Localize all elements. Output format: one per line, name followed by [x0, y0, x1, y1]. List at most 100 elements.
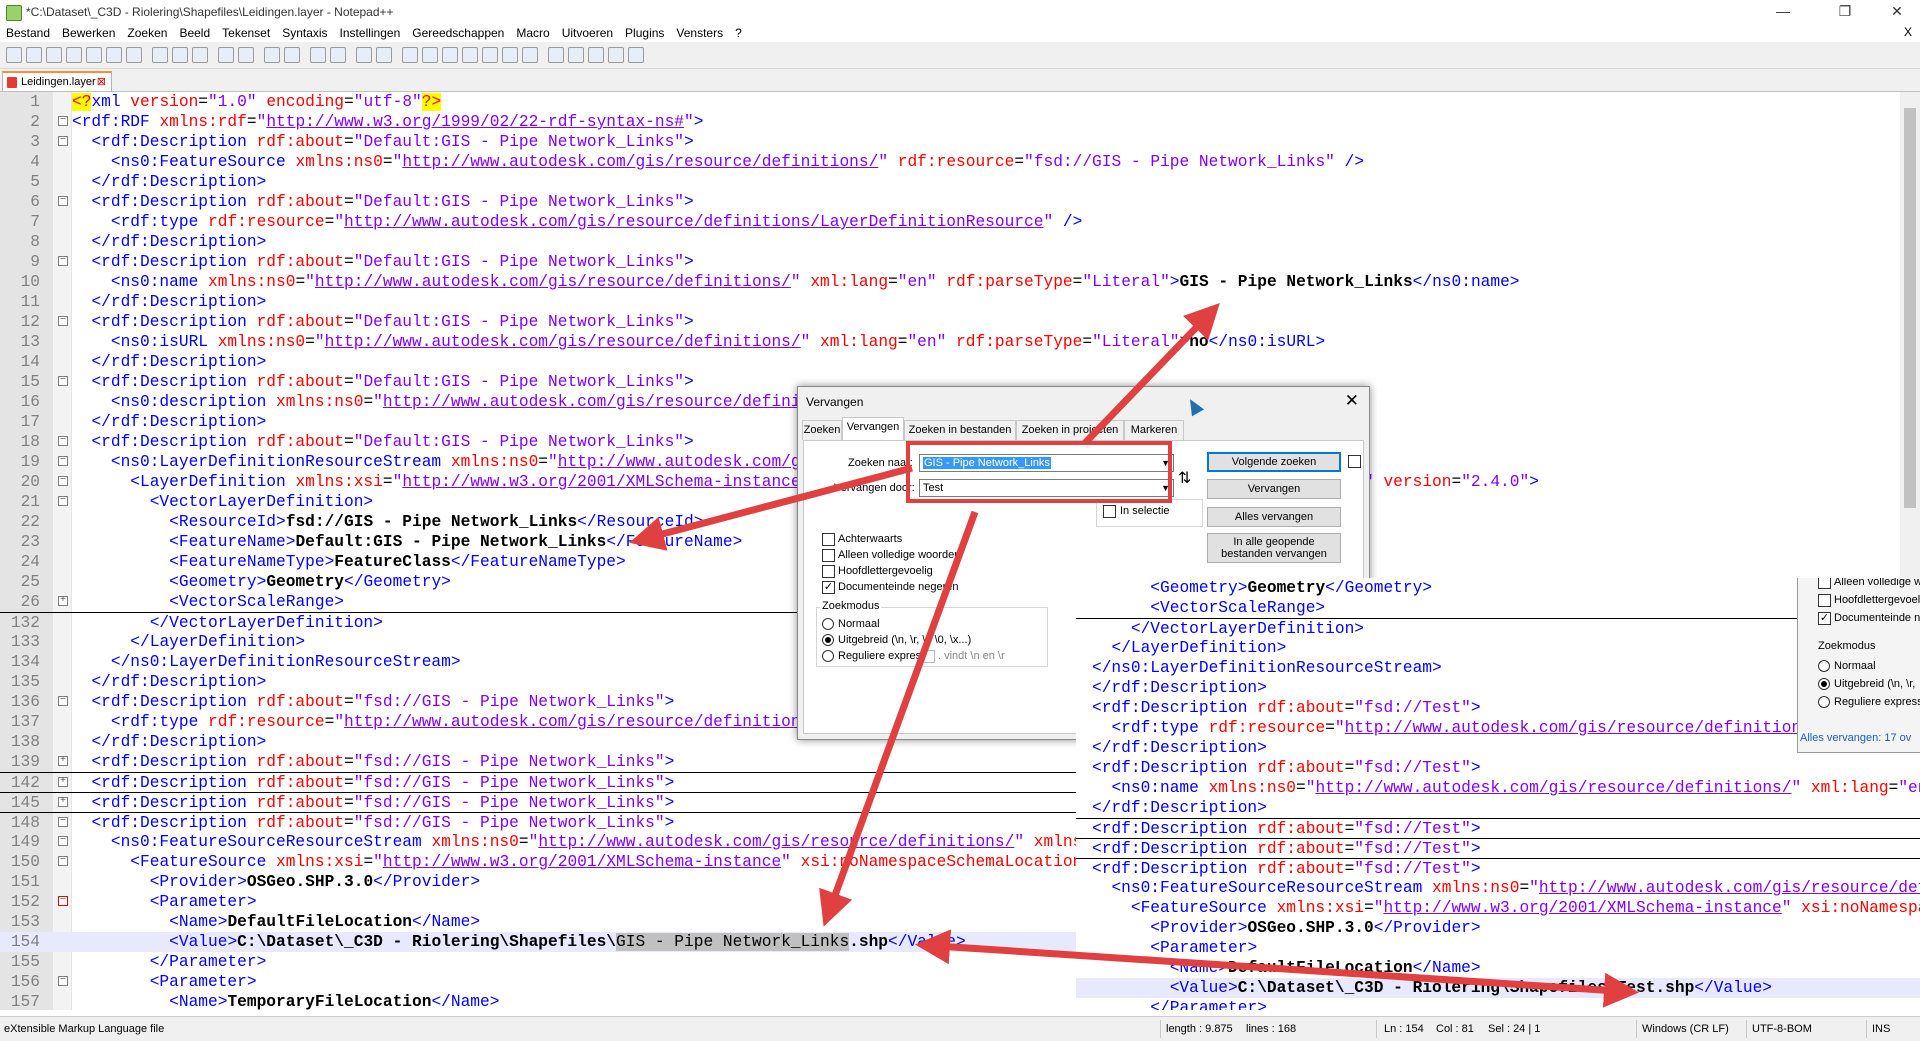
open-file-icon[interactable]	[26, 47, 42, 63]
fold-collapse-icon[interactable]: −	[58, 836, 68, 846]
undo-icon[interactable]	[218, 47, 234, 63]
code-line[interactable]: 12 − <rdf:Description rdf:about="Default:…	[0, 312, 1900, 332]
fold-collapse-icon[interactable]: −	[58, 256, 68, 266]
replace-all-open-docs-button[interactable]: In alle geopende bestanden vervangen	[1207, 533, 1341, 563]
fold-collapse-icon[interactable]: −	[58, 316, 68, 326]
word-wrap-icon[interactable]	[402, 47, 418, 63]
status-encoding[interactable]: UTF-8-BOM	[1752, 1023, 1812, 1035]
code-line[interactable]: 5 </rdf:Description>	[0, 172, 1900, 192]
doc-map-icon[interactable]	[462, 47, 478, 63]
code-line[interactable]: 14 </rdf:Description>	[0, 352, 1900, 372]
code-line[interactable]: 6 − <rdf:Description rdf:about="Default:G…	[0, 192, 1900, 212]
replace-all-button[interactable]: Alles vervangen	[1207, 507, 1341, 527]
tab-zoeken-in-projecten[interactable]: Zoeken in projecten	[1016, 420, 1124, 440]
minimize-button[interactable]: —	[1760, 0, 1806, 24]
close-file-icon[interactable]	[86, 47, 102, 63]
backward-checkbox[interactable]	[822, 533, 835, 546]
menu-zoeken[interactable]: Zoeken	[121, 24, 173, 40]
menu-plugins[interactable]: Plugins	[619, 24, 670, 40]
result-mode-regex-radio[interactable]	[1818, 696, 1830, 708]
fold-collapse-icon[interactable]: −	[58, 136, 68, 146]
code-line[interactable]: 7 <rdf:type rdf:resource="http://www.aut…	[0, 212, 1900, 232]
stop-macro-icon[interactable]	[568, 47, 584, 63]
find-next-button[interactable]: Volgende zoeken	[1207, 452, 1341, 472]
code-line[interactable]: 11 </rdf:Description>	[0, 292, 1900, 312]
find-next-option-checkbox[interactable]	[1348, 455, 1361, 468]
run-macro-multiple-icon[interactable]	[608, 47, 624, 63]
record-macro-icon[interactable]	[548, 47, 564, 63]
folder-workspace-icon[interactable]	[502, 47, 518, 63]
fold-collapse-icon[interactable]: −	[58, 436, 68, 446]
mode-extended-radio[interactable]	[822, 634, 834, 646]
in-selection-checkbox[interactable]	[1103, 505, 1116, 518]
replace-button[interactable]: Vervangen	[1207, 479, 1341, 499]
find-input[interactable]: GIS - Pipe Network_Links ▼	[919, 454, 1174, 472]
code-line[interactable]: 1 <?xml version="1.0" encoding="utf-8"?>	[0, 92, 1900, 112]
fold-collapse-icon[interactable]: −	[58, 116, 68, 126]
tab-zoeken-in-bestanden[interactable]: Zoeken in bestanden	[904, 420, 1016, 440]
save-icon[interactable]	[46, 47, 62, 63]
monitoring-icon[interactable]	[522, 47, 538, 63]
print-icon[interactable]	[126, 47, 142, 63]
code-line[interactable]: 4 <ns0:FeatureSource xmlns:ns0="http://w…	[0, 152, 1900, 172]
replace-icon[interactable]	[284, 47, 300, 63]
result-mode-normal-radio[interactable]	[1818, 660, 1830, 672]
cut-icon[interactable]	[152, 47, 168, 63]
wrap-around-checkbox[interactable]: ✓	[822, 581, 835, 594]
tab-vervangen[interactable]: Vervangen	[842, 417, 904, 441]
fold-collapse-icon[interactable]: −	[58, 496, 68, 506]
chevron-down-icon[interactable]: ▼	[1161, 480, 1170, 496]
result-whole-word-checkbox[interactable]	[1818, 578, 1831, 589]
menu-gereedschappen[interactable]: Gereedschappen	[406, 24, 510, 40]
tab-markeren[interactable]: Markeren	[1124, 420, 1184, 440]
fold-expand-icon[interactable]: +	[58, 777, 68, 787]
close-button[interactable]: ✕	[1874, 0, 1920, 24]
tab-close-icon[interactable]: ⊠	[97, 75, 106, 88]
fold-collapse-icon[interactable]: −	[58, 896, 68, 906]
whole-word-checkbox[interactable]	[822, 549, 835, 562]
chevron-down-icon[interactable]: ▼	[1161, 455, 1170, 471]
code-line[interactable]: 9 − <rdf:Description rdf:about="Default:G…	[0, 252, 1900, 272]
fold-collapse-icon[interactable]: −	[58, 196, 68, 206]
status-insert-mode[interactable]: INS	[1872, 1023, 1890, 1035]
mode-regex-radio[interactable]	[822, 650, 834, 662]
menu-instellingen[interactable]: Instellingen	[334, 24, 407, 40]
mode-normal-radio[interactable]	[822, 618, 834, 630]
result-mode-extended-radio[interactable]	[1818, 678, 1830, 690]
fold-collapse-icon[interactable]: −	[58, 696, 68, 706]
zoom-in-icon[interactable]	[310, 47, 326, 63]
indent-guide-icon[interactable]	[442, 47, 458, 63]
menu-uitvoeren[interactable]: Uitvoeren	[556, 24, 619, 40]
swap-icon[interactable]: ⇅	[1178, 468, 1191, 488]
replace-input[interactable]: Test ▼	[919, 479, 1174, 497]
menu-bewerken[interactable]: Bewerken	[56, 24, 121, 40]
match-case-checkbox[interactable]	[822, 565, 835, 578]
function-list-icon[interactable]	[482, 47, 498, 63]
find-icon[interactable]	[264, 47, 280, 63]
code-line[interactable]: 10 <ns0:name xmlns:ns0="http://www.autod…	[0, 272, 1900, 292]
sync-vertical-icon[interactable]	[356, 47, 372, 63]
menu-bestand[interactable]: Bestand	[0, 24, 56, 40]
save-all-icon[interactable]	[66, 47, 82, 63]
fold-collapse-icon[interactable]: −	[58, 856, 68, 866]
result-match-case-checkbox[interactable]	[1818, 594, 1831, 607]
menu-syntaxis[interactable]: Syntaxis	[276, 24, 333, 40]
code-line[interactable]: 2− <rdf:RDF xmlns:rdf="http://www.w3.org/…	[0, 112, 1900, 132]
code-line[interactable]: 3 − <rdf:Description rdf:about="Default:G…	[0, 132, 1900, 152]
close-document-button[interactable]: X	[1904, 25, 1912, 39]
maximize-button[interactable]: ❐	[1822, 0, 1868, 24]
result-wrap-around-checkbox[interactable]: ✓	[1818, 612, 1831, 625]
menu-help[interactable]: ?	[729, 24, 748, 40]
tab-leidingen-layer[interactable]: Leidingen.layer ⊠	[2, 71, 112, 91]
fold-expand-icon[interactable]: +	[58, 797, 68, 807]
paste-icon[interactable]	[192, 47, 208, 63]
code-line[interactable]: 13 <ns0:isURL xmlns:ns0="http://www.auto…	[0, 332, 1900, 352]
fold-collapse-icon[interactable]: −	[58, 456, 68, 466]
fold-collapse-icon[interactable]: −	[58, 376, 68, 386]
menu-vensters[interactable]: Vensters	[670, 24, 729, 40]
status-eol[interactable]: Windows (CR LF)	[1642, 1023, 1729, 1035]
tab-zoeken[interactable]: Zoeken	[802, 420, 842, 440]
fold-expand-icon[interactable]: +	[58, 596, 68, 606]
redo-icon[interactable]	[238, 47, 254, 63]
copy-icon[interactable]	[172, 47, 188, 63]
